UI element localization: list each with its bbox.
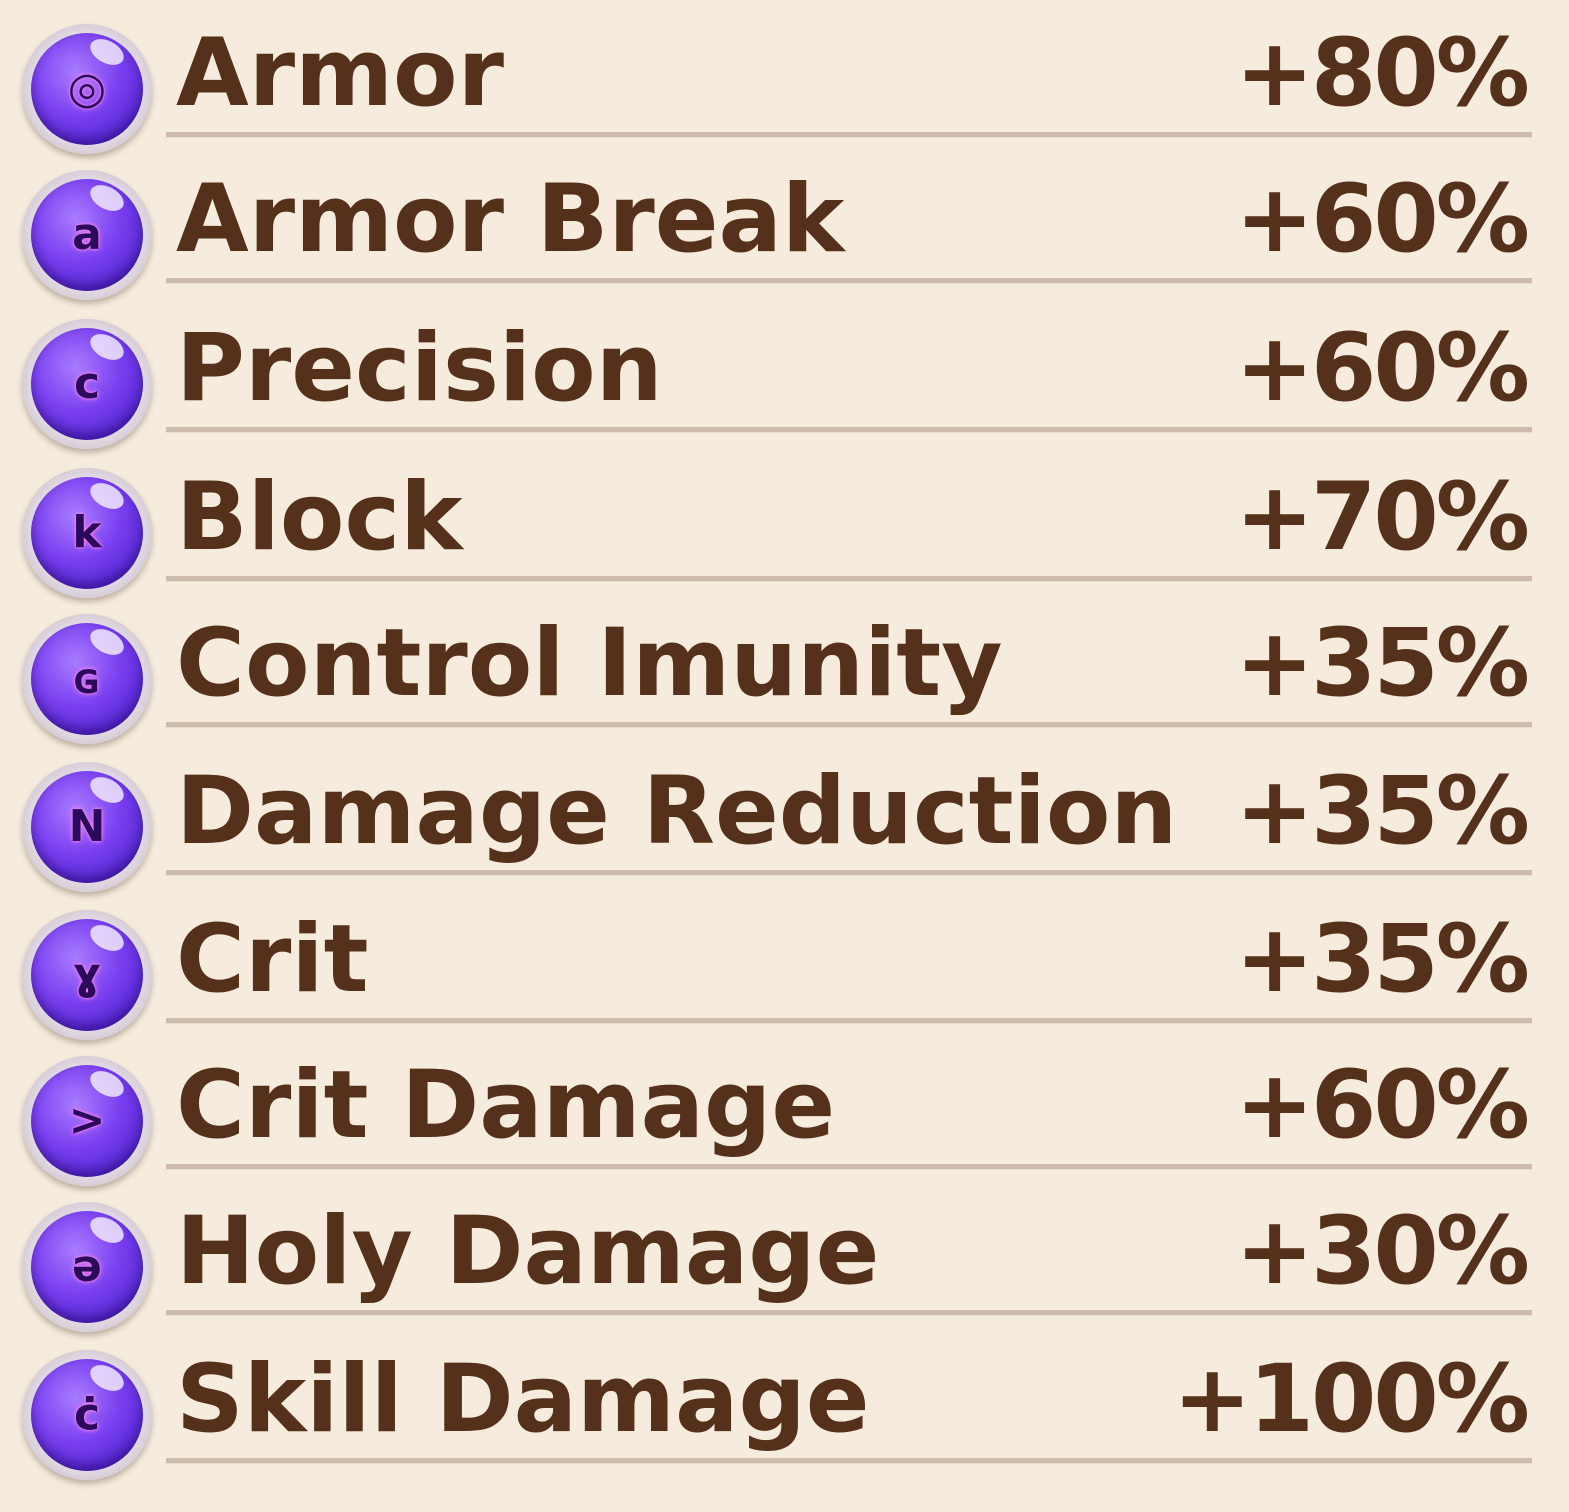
rune-n-icon: N (22, 762, 152, 892)
orb-core: ə (31, 1211, 143, 1323)
orb-glyph: ɣ (72, 949, 102, 1000)
orb-core: ɣ (31, 919, 143, 1031)
stat-row-precision: c Precision +60% (0, 295, 1569, 449)
orb-core: ċ (31, 1359, 143, 1471)
orb-glyph: ◎ (67, 63, 107, 114)
rune-swirl-icon: ɣ (22, 910, 152, 1040)
stat-row-block: k Block +70% (0, 444, 1569, 598)
stat-row-holy-damage: ə Holy Damage +30% (0, 1178, 1569, 1332)
stat-row-crit: ɣ Crit +35% (0, 886, 1569, 1040)
orb-core: k (31, 477, 143, 589)
row-underline (166, 1164, 1532, 1170)
stat-name: Armor Break (176, 165, 845, 274)
rune-a-icon: a (22, 170, 152, 300)
row-underline (166, 278, 1532, 284)
orb-core: > (31, 1065, 143, 1177)
stat-value: +35% (1235, 757, 1530, 866)
rune-spiral-icon: ə (22, 1202, 152, 1332)
rune-k-icon: k (22, 468, 152, 598)
rune-circle-icon: ◎ (22, 24, 152, 154)
stat-list: ◎ Armor +80% a Armor Break +60% c Precis… (0, 0, 1569, 1512)
orb-core: c (31, 328, 143, 440)
stat-value: +30% (1235, 1197, 1530, 1306)
row-underline (166, 1018, 1532, 1024)
stat-name: Skill Damage (176, 1345, 870, 1454)
stat-row-armor-break: a Armor Break +60% (0, 146, 1569, 300)
orb-core: ◎ (31, 33, 143, 145)
stat-row-damage-reduction: N Damage Reduction +35% (0, 738, 1569, 892)
row-underline (166, 870, 1532, 876)
stat-row-control-imunity: ɢ Control Imunity +35% (0, 590, 1569, 744)
stat-name: Damage Reduction (176, 757, 1178, 866)
orb-glyph: > (68, 1095, 106, 1146)
stat-name: Holy Damage (176, 1197, 880, 1306)
rune-arrow-icon: > (22, 1056, 152, 1186)
row-underline (166, 576, 1532, 582)
stat-row-crit-damage: > Crit Damage +60% (0, 1032, 1569, 1186)
stat-value: +70% (1235, 463, 1530, 572)
row-underline (166, 722, 1532, 728)
stat-value: +80% (1235, 19, 1530, 128)
stat-value: +100% (1172, 1345, 1530, 1454)
stat-row-skill-damage: ċ Skill Damage +100% (0, 1326, 1569, 1480)
rune-c-dot-icon: ċ (22, 1350, 152, 1480)
row-underline (166, 1310, 1532, 1316)
orb-core: N (31, 771, 143, 883)
stat-value: +35% (1235, 905, 1530, 1014)
rune-c-icon: c (22, 319, 152, 449)
orb-core: ɢ (31, 623, 143, 735)
stat-name: Block (176, 463, 463, 572)
stat-value: +60% (1235, 165, 1530, 274)
orb-glyph: c (73, 358, 101, 409)
stat-value: +35% (1235, 609, 1530, 718)
orb-glyph: a (72, 209, 102, 260)
row-underline (166, 427, 1532, 433)
row-underline (166, 132, 1532, 138)
orb-glyph: N (68, 801, 106, 852)
row-underline (166, 1458, 1532, 1464)
rune-square-icon: ɢ (22, 614, 152, 744)
stat-value: +60% (1235, 1051, 1530, 1160)
stat-name: Crit Damage (176, 1051, 836, 1160)
orb-glyph: ċ (73, 1389, 101, 1440)
stat-row-armor: ◎ Armor +80% (0, 0, 1569, 154)
stat-name: Armor (176, 19, 504, 128)
stat-name: Crit (176, 905, 369, 1014)
stat-value: +60% (1235, 314, 1530, 423)
orb-glyph: ə (72, 1241, 102, 1292)
orb-core: a (31, 179, 143, 291)
orb-glyph: ɢ (73, 653, 101, 704)
stat-name: Precision (176, 314, 663, 423)
stat-name: Control Imunity (176, 609, 1003, 718)
orb-glyph: k (72, 507, 102, 558)
